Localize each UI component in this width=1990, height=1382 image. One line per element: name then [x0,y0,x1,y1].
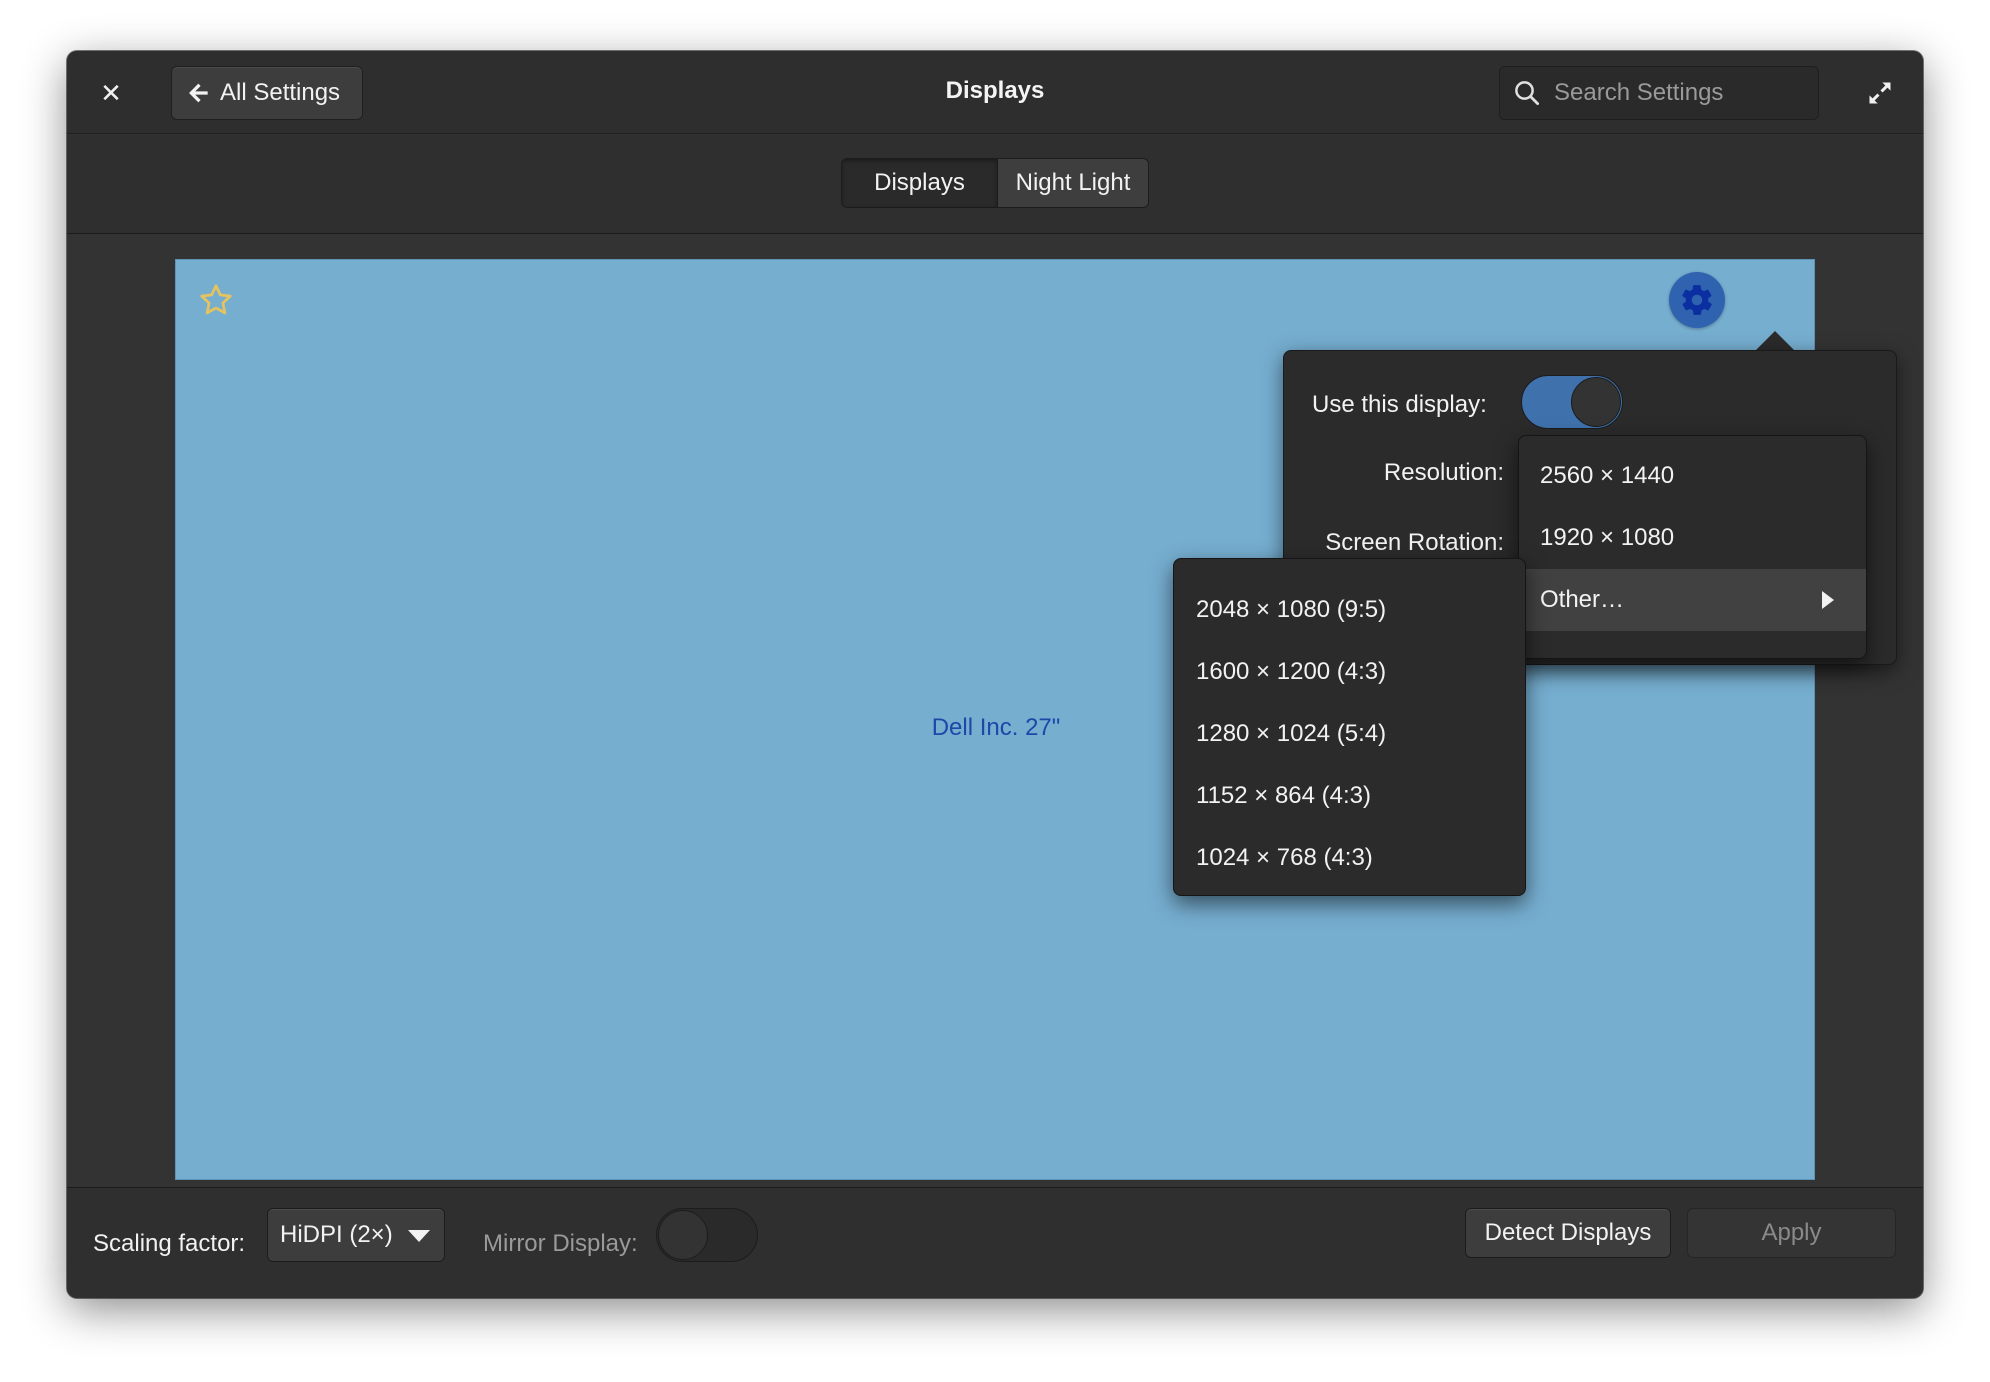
use-display-label: Use this display: [1312,391,1487,418]
display-settings-button[interactable] [1669,272,1725,328]
search-icon [1515,81,1539,105]
search-input[interactable] [1554,79,1804,107]
popover-arrow [1755,331,1795,351]
view-toolbar: Displays Night Light [67,135,1923,234]
bottom-action-bar: Scaling factor: HiDPI (2×) Mirror Displa… [67,1187,1923,1298]
other-resolutions-label: Other… [1540,586,1625,613]
mirror-display-switch[interactable] [656,1208,758,1262]
detect-displays-button[interactable]: Detect Displays [1465,1208,1671,1258]
header-bar: ✕ All Settings Displays [67,51,1923,134]
mirror-display-label: Mirror Display: [483,1230,638,1257]
settings-window: ✕ All Settings Displays Displays Nigh [67,51,1923,1298]
all-settings-button[interactable]: All Settings [171,66,363,120]
use-display-switch[interactable] [1521,375,1623,429]
screen-rotation-label: Screen Rotation: [1325,529,1504,556]
tab-night-light[interactable]: Night Light [997,159,1148,207]
resolution-label: Resolution: [1383,459,1504,486]
switch-knob [658,1210,708,1260]
resolution-menu: 2560 × 1440 1920 × 1080 Other… [1518,435,1867,659]
scaling-factor-value: HiDPI (2×) [280,1221,393,1248]
switch-knob [1571,377,1621,427]
maximize-icon [1869,82,1891,104]
resolution-option[interactable]: 1024 × 768 (4:3) [1174,827,1525,889]
apply-button[interactable]: Apply [1687,1208,1896,1258]
view-switcher: Displays Night Light [841,158,1149,208]
back-arrow-icon [189,83,208,103]
resolution-option[interactable]: 2560 × 1440 [1519,445,1866,507]
search-box[interactable] [1499,66,1819,120]
all-settings-label: All Settings [220,79,341,106]
resolution-option[interactable]: 1600 × 1200 (4:3) [1174,641,1525,703]
close-icon: ✕ [100,77,122,108]
star-icon[interactable] [198,282,234,318]
submenu-arrow-icon [1822,591,1834,609]
resolution-option[interactable]: 1152 × 864 (4:3) [1174,765,1525,827]
resolution-option[interactable]: 2048 × 1080 (9:5) [1174,579,1525,641]
resolution-option[interactable]: 1920 × 1080 [1519,507,1866,569]
scaling-factor-dropdown[interactable]: HiDPI (2×) [267,1208,445,1262]
tab-displays[interactable]: Displays [842,159,997,207]
maximize-button[interactable] [1862,75,1898,111]
scaling-factor-label: Scaling factor: [93,1230,246,1257]
other-resolutions-item[interactable]: Other… [1519,569,1866,631]
gear-icon [1682,285,1712,315]
other-resolutions-submenu: 2048 × 1080 (9:5) 1600 × 1200 (4:3) 1280… [1173,558,1526,896]
resolution-option[interactable]: 1280 × 1024 (5:4) [1174,703,1525,765]
chevron-down-icon [408,1230,430,1242]
display-name-label: Dell Inc. 27" [931,714,1061,741]
close-button[interactable]: ✕ [89,71,133,115]
